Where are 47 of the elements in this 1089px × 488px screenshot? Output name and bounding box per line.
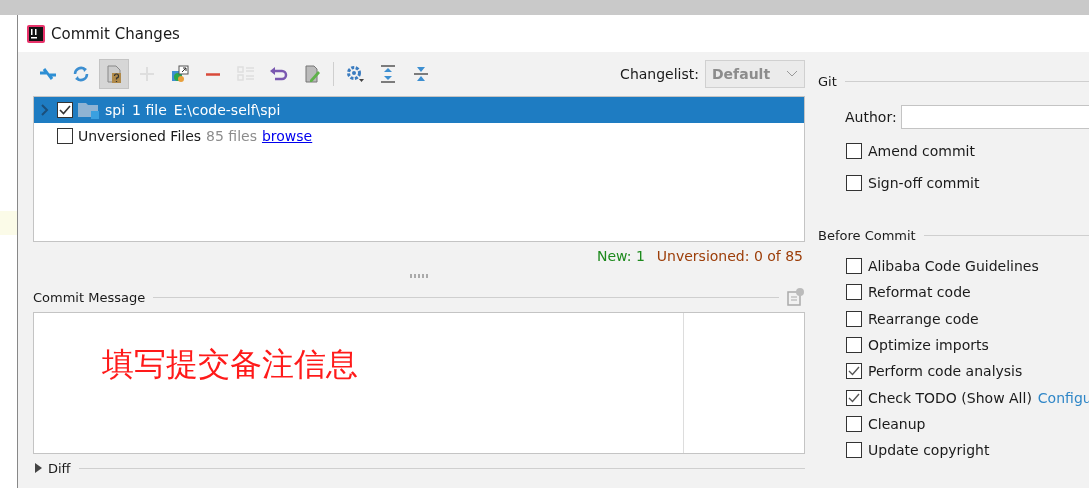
diff-toggle[interactable]: Diff xyxy=(33,460,71,476)
new-count: New: 1 xyxy=(596,248,645,264)
file-count: 85 files xyxy=(206,128,257,144)
checkbox[interactable] xyxy=(846,258,862,275)
author-field[interactable] xyxy=(900,105,1089,129)
option-label: Cleanup xyxy=(868,415,926,432)
changelist-dropdown[interactable]: Default xyxy=(705,60,805,88)
option-label: Sign-off commit xyxy=(868,175,980,191)
option-label: Rearrange code xyxy=(868,310,979,327)
node-label: Unversioned Files xyxy=(78,128,202,144)
file-count: 1 file xyxy=(132,102,167,118)
splitter-handle[interactable] xyxy=(410,274,428,278)
checkbox[interactable] xyxy=(846,389,862,406)
tree-row[interactable]: spi 1 file E:\code-self\spi xyxy=(34,97,804,123)
checkbox[interactable] xyxy=(846,143,862,159)
option-label: Check TODO (Show All) xyxy=(868,389,1032,406)
option-label: Alibaba Code Guidelines xyxy=(868,258,1039,275)
changelist-label: Changelist: xyxy=(620,66,699,82)
option-label: Update copyright xyxy=(868,442,990,459)
message-text: 填写提交备注信息 xyxy=(101,344,359,385)
folder-icon xyxy=(78,101,100,119)
author-label: Author: xyxy=(845,109,897,125)
chevron-icon xyxy=(786,70,798,78)
section-title: Git xyxy=(818,73,837,89)
tree-row[interactable]: Unversioned Files 85 files browse xyxy=(34,123,804,149)
option-label: Perform code analysis xyxy=(868,363,1023,380)
option-label: Reformat code xyxy=(868,284,971,301)
checkbox[interactable] xyxy=(846,284,862,301)
checkbox[interactable] xyxy=(846,175,862,191)
commit-message-field[interactable]: 填写提交备注信息 xyxy=(33,312,805,454)
checkbox[interactable] xyxy=(846,363,862,380)
option-label: Optimize imports xyxy=(868,337,989,354)
section-title: Before Commit xyxy=(818,227,916,243)
section-title: Commit Message xyxy=(33,289,146,305)
window-title: Commit Changes xyxy=(51,24,180,43)
option-label: Amend commit xyxy=(868,143,975,159)
unversioned-count: Unversioned: 0 of 85 xyxy=(656,248,803,264)
module-name: spi xyxy=(105,102,126,118)
checkbox[interactable] xyxy=(57,128,73,144)
checkbox[interactable] xyxy=(57,102,73,118)
module-path: E:\code-self\spi xyxy=(173,102,281,118)
app-logo-icon xyxy=(27,24,45,43)
checkbox[interactable] xyxy=(846,415,862,432)
checkbox[interactable] xyxy=(846,337,862,354)
checkbox[interactable] xyxy=(846,442,862,459)
checkbox[interactable] xyxy=(846,310,862,327)
browse-link[interactable]: browse xyxy=(261,128,313,144)
